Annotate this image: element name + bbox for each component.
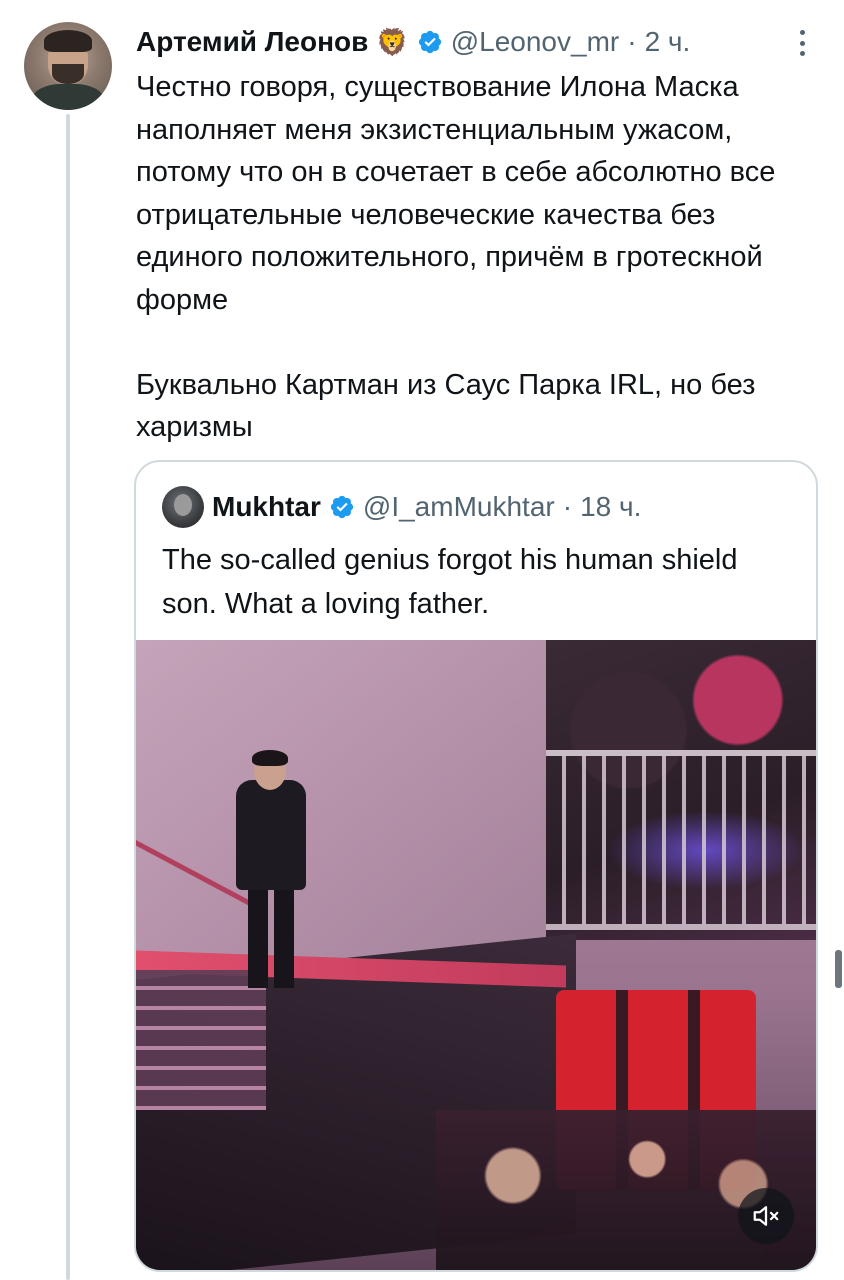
- video-player[interactable]: [136, 640, 816, 1270]
- author-name[interactable]: Артемий Леонов: [136, 26, 368, 58]
- quote-author-handle[interactable]: @I_amMukhtar: [363, 491, 555, 523]
- quote-author-avatar[interactable]: [162, 486, 204, 528]
- quote-time[interactable]: 18 ч.: [580, 491, 641, 523]
- quote-author-name[interactable]: Mukhtar: [212, 491, 321, 523]
- author-emoji: 🦁: [376, 26, 409, 57]
- separator-dot: ·: [562, 491, 573, 522]
- tweet-view: Артемий Леонов 🦁 @Leonov_mr · 2 ч. Честн…: [0, 0, 844, 1280]
- volume-mute-icon[interactable]: [738, 1188, 794, 1244]
- scrollbar[interactable]: [835, 950, 842, 988]
- tweet-time[interactable]: 2 ч.: [645, 26, 691, 58]
- verified-badge-icon: [330, 495, 354, 519]
- author-handle[interactable]: @Leonov_mr: [451, 26, 620, 58]
- author-avatar[interactable]: [24, 22, 112, 110]
- more-options-icon[interactable]: [790, 26, 814, 60]
- verified-badge-icon: [418, 30, 441, 54]
- separator-dot: ·: [627, 26, 637, 57]
- thread-line: [66, 114, 70, 1280]
- tweet-header: Артемий Леонов 🦁 @Leonov_mr · 2 ч.: [136, 22, 690, 62]
- quoted-tweet[interactable]: Mukhtar @I_amMukhtar · 18 ч. The so-call…: [134, 460, 818, 1272]
- quote-text: The so-called genius forgot his human sh…: [162, 544, 738, 620]
- quote-header: Mukhtar @I_amMukhtar · 18 ч.: [162, 482, 641, 532]
- tweet-text: Честно говоря, существование Илона Маска…: [136, 71, 776, 443]
